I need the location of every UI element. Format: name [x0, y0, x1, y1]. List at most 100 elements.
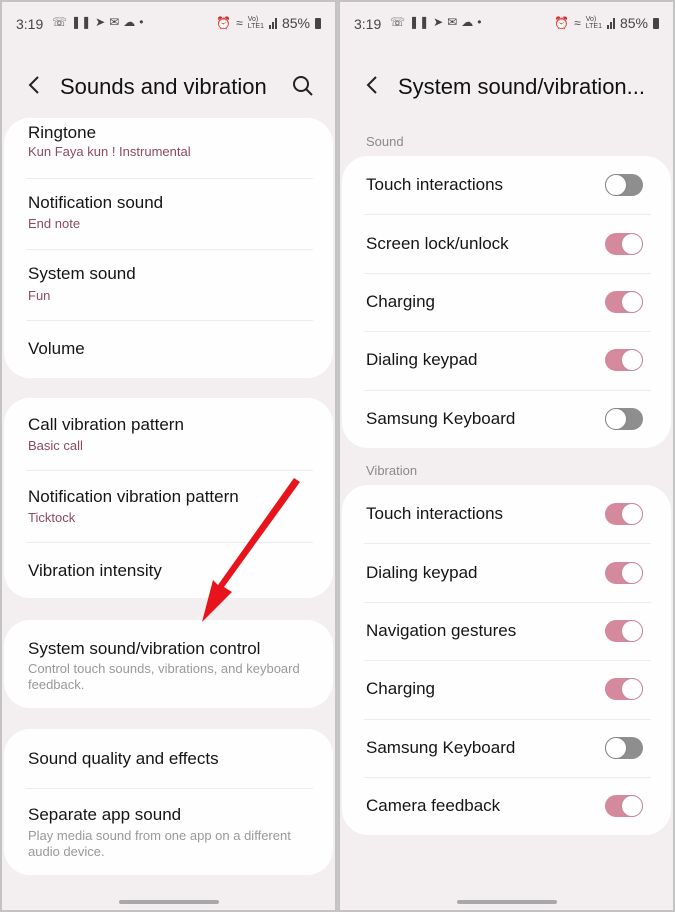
notification-sound-item[interactable]: Notification sound End note — [4, 179, 333, 249]
toggle-knob — [621, 619, 643, 642]
back-arrow-icon[interactable] — [362, 74, 384, 96]
toggle-row[interactable]: Touch interactions — [342, 485, 671, 543]
notification-vibration-pattern-item[interactable]: Notification vibration pattern Ticktock — [4, 471, 333, 541]
settings-group-sound-quality: Sound quality and effects Separate app s… — [4, 729, 333, 875]
item-title: Sound quality and effects — [28, 749, 219, 768]
toggle-row[interactable]: Navigation gestures — [342, 602, 671, 660]
toggle-switch[interactable] — [605, 349, 643, 372]
status-bar: 3:19 ☏ ❚❚ ➤ ✉ ☁ • ⏰ ≈ Vo) LTE1 85% — [2, 2, 335, 46]
toggle-switch[interactable] — [605, 678, 643, 701]
section-label-vibration: Vibration — [366, 463, 418, 478]
toggle-label: Screen lock/unlock — [366, 233, 509, 253]
cloud-icon: ☁ — [461, 15, 474, 29]
gmail-icon: ✉ — [447, 15, 458, 29]
toggle-switch[interactable] — [605, 174, 643, 197]
toggle-row[interactable]: Samsung Keyboard — [342, 719, 671, 777]
status-time: 3:19 — [16, 16, 44, 32]
toggle-row[interactable]: Dialing keypad — [342, 543, 671, 601]
system-sound-vibration-control-item[interactable]: System sound/vibration control Control t… — [4, 620, 333, 708]
item-subtitle: End note — [28, 216, 81, 231]
search-icon[interactable] — [291, 74, 315, 98]
toggle-row[interactable]: Camera feedback — [342, 777, 671, 835]
item-title: Volume — [28, 339, 85, 358]
status-bar: 3:19 ☏ ❚❚ ➤ ✉ ☁ • ⏰ ≈ Vo) LTE1 85% — [340, 2, 673, 46]
toggle-row[interactable]: Dialing keypad — [342, 331, 671, 389]
item-subtitle: Basic call — [28, 438, 83, 453]
toggle-row[interactable]: Screen lock/unlock — [342, 214, 671, 272]
battery-percent: 85% — [281, 15, 310, 31]
alarm-icon: ⏰ — [554, 16, 570, 30]
toggle-switch[interactable] — [605, 795, 643, 818]
toggle-knob — [605, 407, 627, 430]
pause-icon: ❚❚ — [409, 15, 430, 29]
toggle-row[interactable]: Charging — [342, 273, 671, 331]
whatsapp-icon: ☏ — [390, 15, 406, 29]
item-title: System sound/vibration control — [28, 639, 261, 658]
signal-icon — [606, 17, 615, 29]
section-label-sound: Sound — [366, 134, 404, 149]
item-title: Call vibration pattern — [28, 415, 184, 434]
wifi-icon: ≈ — [574, 16, 581, 30]
battery-icon — [653, 17, 659, 29]
page-title: System sound/vibration... — [398, 74, 646, 99]
back-arrow-icon[interactable] — [24, 74, 46, 96]
vibration-intensity-item[interactable]: Vibration intensity — [4, 543, 333, 598]
toggle-switch[interactable] — [605, 503, 643, 526]
item-title: Notification sound — [28, 193, 164, 212]
toggle-label: Samsung Keyboard — [366, 737, 516, 757]
sounds-and-vibration-screen: 3:19 ☏ ❚❚ ➤ ✉ ☁ • ⏰ ≈ Vo) LTE1 85% Sounds… — [0, 0, 337, 912]
toggle-switch[interactable] — [605, 290, 643, 313]
item-title: Notification vibration pattern — [28, 487, 239, 506]
settings-group-system-control: System sound/vibration control Control t… — [4, 620, 333, 708]
app-bar: System sound/vibration... — [340, 66, 673, 110]
sound-quality-and-effects-item[interactable]: Sound quality and effects — [4, 729, 333, 787]
settings-group-vibration: Call vibration pattern Basic call Notifi… — [4, 398, 333, 598]
toggle-knob — [621, 503, 643, 526]
toggle-knob — [605, 174, 627, 197]
settings-group-sounds: Ringtone Kun Faya kun ! Instrumental Not… — [4, 118, 333, 378]
toggle-label: Touch interactions — [366, 175, 504, 195]
toggle-label: Camera feedback — [366, 796, 501, 816]
toggle-row[interactable]: Touch interactions — [342, 156, 671, 214]
signal-icon — [268, 17, 277, 29]
system-sound-vibration-screen: 3:19 ☏ ❚❚ ➤ ✉ ☁ • ⏰ ≈ Vo) LTE1 85% System… — [338, 0, 675, 912]
wifi-icon: ≈ — [236, 16, 243, 30]
toggle-switch[interactable] — [605, 232, 643, 255]
toggle-label: Dialing keypad — [366, 562, 478, 582]
item-subtitle: Ticktock — [28, 510, 76, 525]
toggle-switch[interactable] — [605, 561, 643, 584]
toggle-label: Charging — [366, 291, 435, 311]
ringtone-item[interactable]: Ringtone Kun Faya kun ! Instrumental — [4, 118, 333, 178]
telegram-icon: ➤ — [433, 15, 444, 29]
toggle-knob — [621, 290, 643, 313]
toggle-label: Dialing keypad — [366, 350, 478, 370]
call-vibration-pattern-item[interactable]: Call vibration pattern Basic call — [4, 398, 333, 468]
pause-icon: ❚❚ — [71, 15, 92, 29]
toggle-knob — [621, 678, 643, 701]
telegram-icon: ➤ — [95, 15, 106, 29]
toggle-row[interactable]: Charging — [342, 660, 671, 718]
system-sound-item[interactable]: System sound Fun — [4, 250, 333, 320]
alarm-icon: ⏰ — [216, 16, 232, 30]
toggle-switch[interactable] — [605, 619, 643, 642]
gmail-icon: ✉ — [109, 15, 120, 29]
status-time: 3:19 — [354, 16, 382, 32]
item-title: System sound — [28, 264, 136, 283]
separate-app-sound-item[interactable]: Separate app sound Play media sound from… — [4, 789, 333, 875]
toggle-switch[interactable] — [605, 736, 643, 759]
toggle-label: Charging — [366, 679, 435, 699]
whatsapp-icon: ☏ — [52, 15, 68, 29]
toggle-label: Samsung Keyboard — [366, 408, 516, 428]
toggle-row[interactable]: Samsung Keyboard — [342, 390, 671, 448]
volte-icon: Vo) LTE1 — [247, 16, 264, 30]
volume-item[interactable]: Volume — [4, 321, 333, 378]
navigation-handle[interactable] — [456, 900, 557, 904]
toggle-switch[interactable] — [605, 407, 643, 430]
item-title: Ringtone — [28, 123, 97, 142]
volte-icon: Vo) LTE1 — [585, 16, 602, 30]
sound-toggles-group: Touch interactions Screen lock/unlock Char… — [342, 156, 671, 448]
navigation-handle[interactable] — [118, 900, 219, 904]
toggle-knob — [621, 795, 643, 818]
battery-percent: 85% — [619, 15, 648, 31]
item-subtitle: Kun Faya kun ! Instrumental — [28, 144, 191, 159]
